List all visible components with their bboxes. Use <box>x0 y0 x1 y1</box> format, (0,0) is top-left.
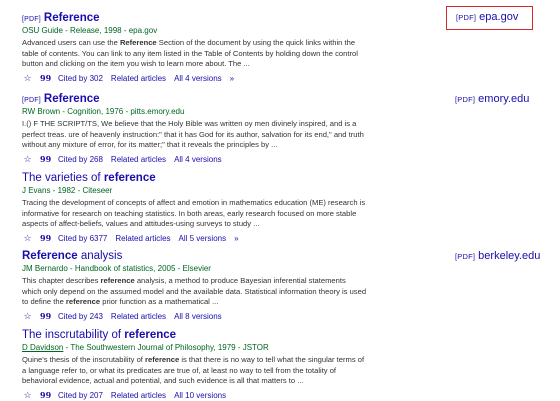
quote-icon[interactable]: 99 <box>40 390 51 400</box>
versions-link[interactable]: All 5 versions <box>179 234 227 243</box>
result-actions: ☆ 99 Cited by 268 Related articles All 4… <box>22 154 362 165</box>
related-articles-link[interactable]: Related articles <box>111 312 166 321</box>
pdf-link-berkeley[interactable]: [PDF] berkeley.edu <box>455 250 540 262</box>
versions-link[interactable]: All 4 versions <box>174 155 222 164</box>
result-actions: ☆ 99 Cited by 302 Related articles All 4… <box>22 73 362 84</box>
related-articles-link[interactable]: Related articles <box>111 155 166 164</box>
search-result-5: The inscrutability of reference D Davids… <box>22 328 364 401</box>
search-result-3: The varieties of reference J Evans - 198… <box>22 171 365 244</box>
cited-by-link[interactable]: Cited by 6377 <box>58 234 107 243</box>
related-articles-link[interactable]: Related articles <box>111 391 166 400</box>
quote-icon[interactable]: 99 <box>40 154 51 164</box>
quote-icon[interactable]: 99 <box>40 73 51 83</box>
result-title[interactable]: Reference analysis <box>22 249 122 263</box>
quote-icon[interactable]: 99 <box>40 233 51 243</box>
result-meta: J Evans - 1982 - Citeseer <box>22 186 113 195</box>
result-snippet: This chapter describes reference analysi… <box>22 276 367 307</box>
search-result-2: [PDF] Reference RW Brown - Cognition, 19… <box>22 92 364 165</box>
star-icon[interactable]: ☆ <box>22 311 33 322</box>
search-result-1: [PDF] Reference OSU Guide - Release, 199… <box>22 11 362 84</box>
result-title[interactable]: Reference <box>44 11 100 25</box>
cited-by-link[interactable]: Cited by 268 <box>58 155 103 164</box>
result-title[interactable]: The varieties of reference <box>22 171 156 185</box>
result-actions: ☆ 99 Cited by 207 Related articles All 1… <box>22 390 362 401</box>
pdf-link-emory[interactable]: [PDF] emory.edu <box>455 93 529 105</box>
author-link[interactable]: D Davidson <box>22 343 63 352</box>
result-meta: JM Bernardo - Handbook of statistics, 20… <box>22 264 211 273</box>
result-snippet: Quine's thesis of the inscrutability of … <box>22 355 365 386</box>
result-meta: RW Brown - Cognition, 1976 - pitts.emory… <box>22 107 185 116</box>
pdf-link-epa[interactable]: [PDF] epa.gov <box>446 6 534 30</box>
result-snippet: Advanced users can use the Reference Sec… <box>22 38 358 69</box>
versions-link[interactable]: All 10 versions <box>174 391 226 400</box>
result-title[interactable]: Reference <box>44 92 100 106</box>
result-actions: ☆ 99 Cited by 243 Related articles All 8… <box>22 311 362 322</box>
pdf-domain[interactable]: berkeley.edu <box>478 250 540 262</box>
star-icon[interactable]: ☆ <box>22 233 33 244</box>
result-meta: OSU Guide - Release, 1998 - epa.gov <box>22 26 158 35</box>
more-icon[interactable]: » <box>230 74 234 83</box>
star-icon[interactable]: ☆ <box>22 73 33 84</box>
cited-by-link[interactable]: Cited by 302 <box>58 74 103 83</box>
versions-link[interactable]: All 8 versions <box>174 312 222 321</box>
related-articles-link[interactable]: Related articles <box>111 74 166 83</box>
search-result-4: Reference analysis JM Bernardo - Handboo… <box>22 249 366 322</box>
cited-by-link[interactable]: Cited by 243 <box>58 312 103 321</box>
versions-link[interactable]: All 4 versions <box>174 74 222 83</box>
result-actions: ☆ 99 Cited by 6377 Related articles All … <box>22 233 362 244</box>
pdf-tag: [PDF] <box>22 97 41 104</box>
result-snippet: I.() F THE SCRIPT/TS, We believe that th… <box>22 119 364 150</box>
star-icon[interactable]: ☆ <box>22 390 33 401</box>
result-meta: D Davidson - The Southwestern Journal of… <box>22 343 269 352</box>
more-icon[interactable]: » <box>234 234 238 243</box>
quote-icon[interactable]: 99 <box>40 311 51 321</box>
pdf-domain[interactable]: epa.gov <box>479 11 518 23</box>
result-snippet: Tracing the development of concepts of a… <box>22 198 366 229</box>
related-articles-link[interactable]: Related articles <box>115 234 170 243</box>
star-icon[interactable]: ☆ <box>22 154 33 165</box>
pdf-tag: [PDF] <box>22 16 41 23</box>
result-title[interactable]: The inscrutability of reference <box>22 328 176 342</box>
cited-by-link[interactable]: Cited by 207 <box>58 391 103 400</box>
pdf-domain[interactable]: emory.edu <box>478 93 529 105</box>
